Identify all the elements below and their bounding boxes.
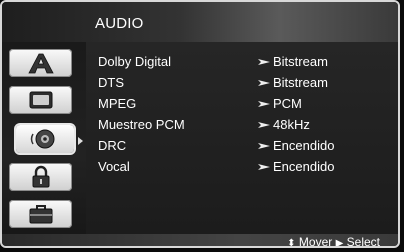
menu-title: AUDIO bbox=[95, 15, 144, 32]
arrow-right-icon bbox=[258, 101, 270, 107]
sidebar-item-others[interactable] bbox=[9, 200, 72, 228]
setting-row-vocal[interactable]: Vocal Encendido bbox=[86, 157, 396, 177]
arrow-right-icon bbox=[258, 122, 270, 128]
setting-value: 48kHz bbox=[273, 117, 310, 132]
sidebar-item-language[interactable] bbox=[9, 49, 72, 77]
setting-label: DTS bbox=[98, 75, 124, 90]
setting-row-drc[interactable]: DRC Encendido bbox=[86, 136, 396, 156]
tv-screen-icon bbox=[29, 91, 52, 109]
osd-screen: AUDIO Dolby Digital Bitstream DTS Bitstr… bbox=[0, 0, 404, 252]
up-down-icon: ⬍ bbox=[287, 238, 296, 248]
setting-value: Bitstream bbox=[273, 54, 328, 69]
setup-menu-window: AUDIO Dolby Digital Bitstream DTS Bitstr… bbox=[0, 0, 400, 248]
select-hint-label: Select bbox=[346, 235, 380, 248]
sidebar-item-lock[interactable] bbox=[9, 163, 72, 191]
arrow-right-icon bbox=[258, 143, 270, 149]
arrow-right-icon bbox=[258, 80, 270, 86]
setting-label: Vocal bbox=[98, 159, 130, 174]
setting-value: Encendido bbox=[273, 138, 335, 153]
speaker-icon bbox=[30, 129, 55, 149]
toolbox-icon bbox=[29, 205, 52, 224]
setting-label: Muestreo PCM bbox=[98, 117, 185, 132]
setting-row-pcm-sampling[interactable]: Muestreo PCM 48kHz bbox=[86, 115, 396, 135]
play-right-icon: ▶ bbox=[335, 238, 344, 248]
arrow-right-icon bbox=[258, 164, 270, 170]
setting-label: Dolby Digital bbox=[98, 54, 171, 69]
setting-value: PCM bbox=[273, 96, 302, 111]
setting-row-dolby-digital[interactable]: Dolby Digital Bitstream bbox=[86, 52, 396, 72]
setting-label: DRC bbox=[98, 138, 127, 153]
move-hint-label: Mover bbox=[298, 235, 333, 248]
setting-row-dts[interactable]: DTS Bitstream bbox=[86, 73, 396, 93]
letter-a-icon bbox=[27, 53, 54, 74]
sidebar-item-display[interactable] bbox=[9, 86, 72, 114]
category-sidebar bbox=[2, 42, 86, 234]
setting-row-mpeg[interactable]: MPEG PCM bbox=[86, 94, 396, 114]
navigation-hint: ⬍ Mover ▶ Select bbox=[287, 235, 380, 248]
footer-hint-bar: ⬍ Mover ▶ Select bbox=[2, 234, 398, 248]
setting-label: MPEG bbox=[98, 96, 137, 111]
menu-header: AUDIO bbox=[2, 2, 398, 42]
selection-arrow-icon bbox=[78, 137, 83, 145]
sidebar-item-audio[interactable] bbox=[16, 125, 74, 153]
setting-value: Encendido bbox=[273, 159, 335, 174]
audio-settings-panel: Dolby Digital Bitstream DTS Bitstream MP… bbox=[86, 42, 398, 234]
setting-value: Bitstream bbox=[273, 75, 328, 90]
arrow-right-icon bbox=[258, 59, 270, 65]
lock-icon bbox=[32, 165, 49, 188]
